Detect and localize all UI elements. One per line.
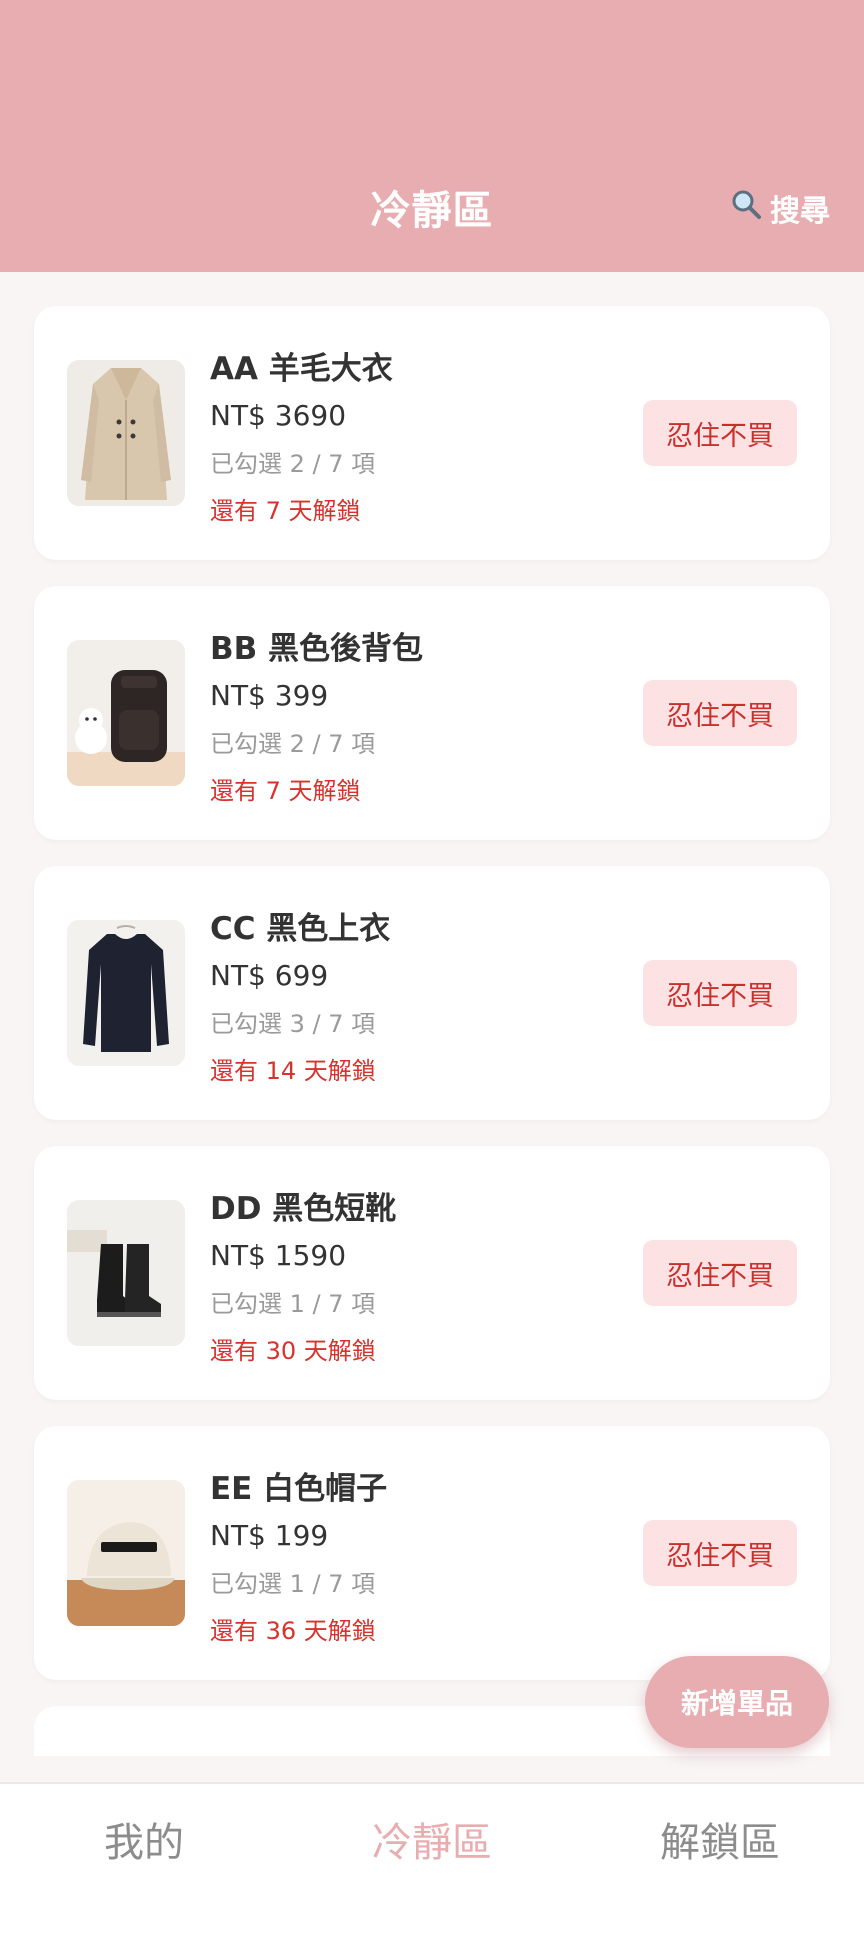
item-checked-count: 已勾選 1 / 7 項 bbox=[210, 1290, 376, 1318]
nav-tab-mine[interactable]: 我的 bbox=[0, 1810, 288, 1868]
list-item[interactable]: BB 黑色後背包 NT$ 399 已勾選 2 / 7 項 還有 7 天解鎖 忍住… bbox=[34, 586, 830, 840]
item-name: DD 黑色短靴 bbox=[210, 1191, 397, 1227]
item-name: EE 白色帽子 bbox=[210, 1471, 388, 1507]
list-item[interactable]: AA 羊毛大衣 NT$ 3690 已勾選 2 / 7 項 還有 7 天解鎖 忍住… bbox=[34, 306, 830, 560]
coat-image bbox=[67, 360, 185, 506]
item-name: CC 黑色上衣 bbox=[210, 911, 391, 947]
item-price: NT$ 399 bbox=[210, 679, 329, 712]
item-name: BB 黑色後背包 bbox=[210, 631, 424, 667]
item-info: AA 羊毛大衣 NT$ 3690 已勾選 2 / 7 項 還有 7 天解鎖 bbox=[210, 346, 393, 534]
item-name: AA 羊毛大衣 bbox=[210, 351, 393, 387]
resist-button[interactable]: 忍住不買 bbox=[643, 400, 797, 466]
search-button[interactable]: 搜尋 bbox=[730, 186, 830, 230]
shirt-image bbox=[67, 920, 185, 1066]
item-list: AA 羊毛大衣 NT$ 3690 已勾選 2 / 7 項 還有 7 天解鎖 忍住… bbox=[34, 306, 830, 1706]
nav-tab-calm-zone[interactable]: 冷靜區 bbox=[288, 1810, 576, 1868]
backpack-image bbox=[67, 640, 185, 786]
item-checked-count: 已勾選 1 / 7 項 bbox=[210, 1570, 376, 1598]
item-unlock-countdown: 還有 36 天解鎖 bbox=[210, 1617, 376, 1645]
item-checked-count: 已勾選 3 / 7 項 bbox=[210, 1010, 376, 1038]
resist-button[interactable]: 忍住不買 bbox=[643, 960, 797, 1026]
magnifier-icon bbox=[730, 188, 762, 228]
resist-button[interactable]: 忍住不買 bbox=[643, 1240, 797, 1306]
bottom-nav: 我的 冷靜區 解鎖區 bbox=[0, 1782, 864, 1939]
list-item[interactable]: CC 黑色上衣 NT$ 699 已勾選 3 / 7 項 還有 14 天解鎖 忍住… bbox=[34, 866, 830, 1120]
item-price: NT$ 1590 bbox=[210, 1239, 347, 1272]
boots-image bbox=[67, 1200, 185, 1346]
item-price: NT$ 199 bbox=[210, 1519, 329, 1552]
add-item-button[interactable]: 新增單品 bbox=[645, 1656, 829, 1748]
app-screen: 冷靜區 搜尋 AA 羊毛大衣 NT$ 3690 已勾選 2 / 7 項 還有 7… bbox=[0, 0, 864, 1939]
resist-button[interactable]: 忍住不買 bbox=[643, 680, 797, 746]
list-item[interactable]: EE 白色帽子 NT$ 199 已勾選 1 / 7 項 還有 36 天解鎖 忍住… bbox=[34, 1426, 830, 1680]
item-checked-count: 已勾選 2 / 7 項 bbox=[210, 730, 376, 758]
search-label: 搜尋 bbox=[770, 194, 830, 229]
item-info: DD 黑色短靴 NT$ 1590 已勾選 1 / 7 項 還有 30 天解鎖 bbox=[210, 1186, 396, 1374]
item-price: NT$ 699 bbox=[210, 959, 329, 992]
nav-tab-unlocked-zone[interactable]: 解鎖區 bbox=[576, 1810, 864, 1868]
top-header: 冷靜區 搜尋 bbox=[0, 0, 864, 272]
item-unlock-countdown: 還有 7 天解鎖 bbox=[210, 777, 361, 805]
item-info: EE 白色帽子 NT$ 199 已勾選 1 / 7 項 還有 36 天解鎖 bbox=[210, 1466, 387, 1654]
item-unlock-countdown: 還有 30 天解鎖 bbox=[210, 1337, 376, 1365]
resist-button[interactable]: 忍住不買 bbox=[643, 1520, 797, 1586]
cap-image bbox=[67, 1480, 185, 1626]
item-unlock-countdown: 還有 14 天解鎖 bbox=[210, 1057, 376, 1085]
item-price: NT$ 3690 bbox=[210, 399, 347, 432]
list-item[interactable]: DD 黑色短靴 NT$ 1590 已勾選 1 / 7 項 還有 30 天解鎖 忍… bbox=[34, 1146, 830, 1400]
item-unlock-countdown: 還有 7 天解鎖 bbox=[210, 497, 361, 525]
item-info: CC 黑色上衣 NT$ 699 已勾選 3 / 7 項 還有 14 天解鎖 bbox=[210, 906, 390, 1094]
item-info: BB 黑色後背包 NT$ 399 已勾選 2 / 7 項 還有 7 天解鎖 bbox=[210, 626, 423, 814]
item-checked-count: 已勾選 2 / 7 項 bbox=[210, 450, 376, 478]
